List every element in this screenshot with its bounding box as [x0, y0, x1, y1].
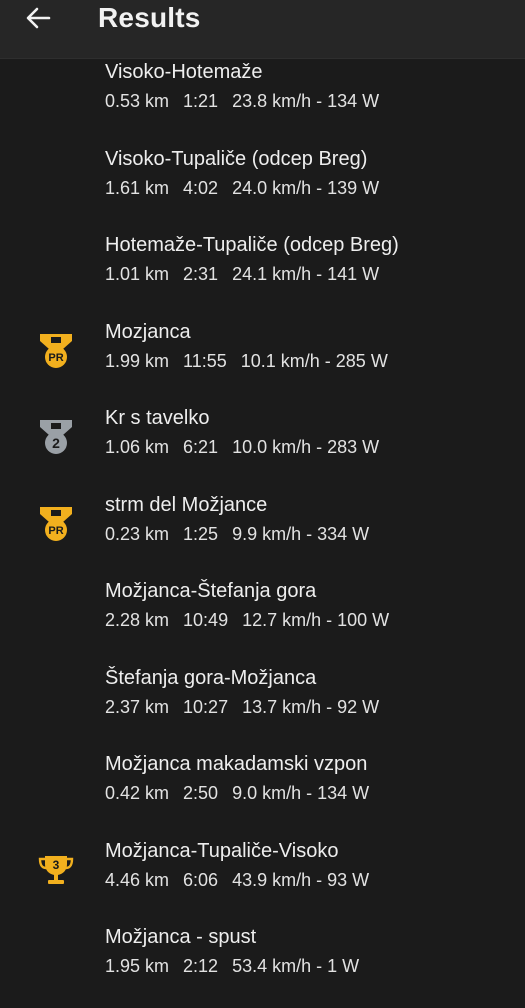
segment-row[interactable]: 2 Kr s tavelko 1.06 km 6:21 10.0 km/h - 283 … [0, 402, 525, 489]
badge-label: PR [48, 525, 63, 537]
segment-time: 1:21 [183, 91, 219, 111]
segment-time: 11:55 [183, 350, 227, 371]
segment-results-list: Visoko-Hotemaže 0.53 km 1:21 23.8 km/h - 13… [0, 56, 525, 1008]
segment-name: Možjanca - spust [105, 926, 257, 948]
segment-speed-power: 9.9 km/h - 334 W [232, 523, 370, 544]
segment-row[interactable]: Hotemaže-Tupaliče (odcep Breg) 1.01 km 2:3… [0, 229, 525, 316]
segment-row[interactable]: Visoko-Hotemaže 0.53 km 1:21 23.8 km/h - 13… [0, 56, 525, 143]
back-button[interactable] [18, 0, 58, 36]
segment-speed-power: 12.7 km/h - 100 W [242, 610, 390, 630]
third-place-trophy-icon: 3 [36, 850, 76, 890]
pr-medal-icon: PR [36, 331, 76, 371]
segment-distance: 1.01 km [105, 264, 170, 284]
segment-speed-power: 10.0 km/h - 283 W [232, 437, 380, 457]
segment-speed-power: 10.1 km/h - 285 W [240, 350, 388, 371]
segment-distance: 1.99 km [105, 350, 170, 371]
segment-time: 1:25 [183, 523, 219, 544]
segment-speed-power: 23.8 km/h - 134 W [232, 91, 380, 111]
segment-distance: 1.06 km [105, 437, 170, 457]
segment-row[interactable]: PR strm del Možjance 0.23 km 1:25 9.9 km/h -… [0, 489, 525, 576]
second-place-medal-icon: 2 [36, 417, 76, 457]
segment-distance: 0.42 km [105, 783, 170, 803]
segment-stats: 1.01 km 2:31 24.1 km/h - 141 W [105, 264, 379, 285]
segment-row[interactable]: 3 Možjanca-Tupaliče-Visoko 4.46 km 6:06 43.9… [0, 835, 525, 922]
pr-medal-icon: PR [36, 504, 76, 544]
segment-row[interactable]: Možjanca makadamski vzpon 0.42 km 2:50 9.0 … [0, 748, 525, 835]
badge-label: 3 [53, 858, 60, 872]
segment-stats: 1.95 km 2:12 53.4 km/h - 1 W [105, 956, 359, 977]
segment-time: 2:31 [183, 264, 219, 284]
badge-label: PR [48, 352, 63, 364]
segment-distance: 2.28 km [105, 610, 170, 630]
segment-distance: 0.53 km [105, 91, 170, 111]
segment-name: Hotemaže-Tupaliče (odcep Breg) [105, 234, 399, 256]
segment-row[interactable]: Možjanca-Štefanja gora 2.28 km 10:49 12.7 k… [0, 575, 525, 662]
segment-stats: 0.42 km 2:50 9.0 km/h - 134 W [105, 783, 369, 804]
app-bar: Results [0, 0, 525, 59]
segment-distance: 1.95 km [105, 956, 170, 976]
segment-time: 10:27 [183, 696, 229, 717]
segment-row[interactable]: Štefanja gora-Možjanca 2.37 km 10:27 13.7 k… [0, 662, 525, 749]
segment-speed-power: 24.1 km/h - 141 W [232, 264, 380, 284]
segment-distance: 4.46 km [105, 869, 170, 890]
segment-distance: 1.61 km [105, 177, 170, 198]
segment-stats: 4.46 km 6:06 43.9 km/h - 93 W [105, 870, 369, 891]
segment-stats: 1.06 km 6:21 10.0 km/h - 283 W [105, 437, 379, 458]
segment-name: Možjanca-Štefanja gora [105, 580, 317, 602]
segment-speed-power: 13.7 km/h - 92 W [242, 696, 380, 717]
segment-time: 10:49 [183, 610, 229, 630]
segment-time: 6:21 [183, 437, 219, 457]
segment-name: Mozjanca [105, 320, 191, 343]
segment-stats: 0.23 km 1:25 9.9 km/h - 334 W [105, 524, 369, 545]
segment-name: Možjanca-Tupaliče-Visoko [105, 839, 339, 862]
segment-time: 2:50 [183, 783, 219, 803]
segment-row[interactable]: PR Mozjanca 1.99 km 11:55 10.1 km/h - 285 W [0, 316, 525, 403]
badge-label: 2 [52, 435, 60, 451]
segment-stats: 2.28 km 10:49 12.7 km/h - 100 W [105, 610, 389, 631]
segment-name: strm del Možjance [105, 493, 268, 516]
segment-speed-power: 9.0 km/h - 134 W [232, 783, 370, 803]
segment-row[interactable]: Možjanca - spust 1.95 km 2:12 53.4 km/h - 1… [0, 921, 525, 1008]
segment-speed-power: 53.4 km/h - 1 W [232, 956, 360, 976]
segment-name: Visoko-Hotemaže [105, 61, 263, 83]
segment-distance: 2.37 km [105, 696, 170, 717]
segment-stats: 0.53 km 1:21 23.8 km/h - 134 W [105, 91, 379, 112]
segment-stats: 1.61 km 4:02 24.0 km/h - 139 W [105, 178, 379, 199]
page-title: Results [98, 2, 201, 33]
segment-time: 4:02 [183, 177, 219, 198]
segment-time: 2:12 [183, 956, 219, 976]
arrow-left-icon [26, 7, 51, 29]
segment-speed-power: 43.9 km/h - 93 W [232, 869, 370, 890]
segment-speed-power: 24.0 km/h - 139 W [232, 177, 380, 198]
segment-stats: 1.99 km 11:55 10.1 km/h - 285 W [105, 351, 388, 372]
segment-name: Možjanca makadamski vzpon [105, 753, 368, 775]
segment-distance: 0.23 km [105, 523, 170, 544]
segment-time: 6:06 [183, 869, 219, 890]
segment-row[interactable]: Visoko-Tupaliče (odcep Breg) 1.61 km 4:02 2… [0, 143, 525, 230]
segment-name: Visoko-Tupaliče (odcep Breg) [105, 147, 368, 170]
segment-name: Štefanja gora-Možjanca [105, 666, 317, 689]
segment-name: Kr s tavelko [105, 407, 210, 429]
segment-stats: 2.37 km 10:27 13.7 km/h - 92 W [105, 697, 379, 718]
